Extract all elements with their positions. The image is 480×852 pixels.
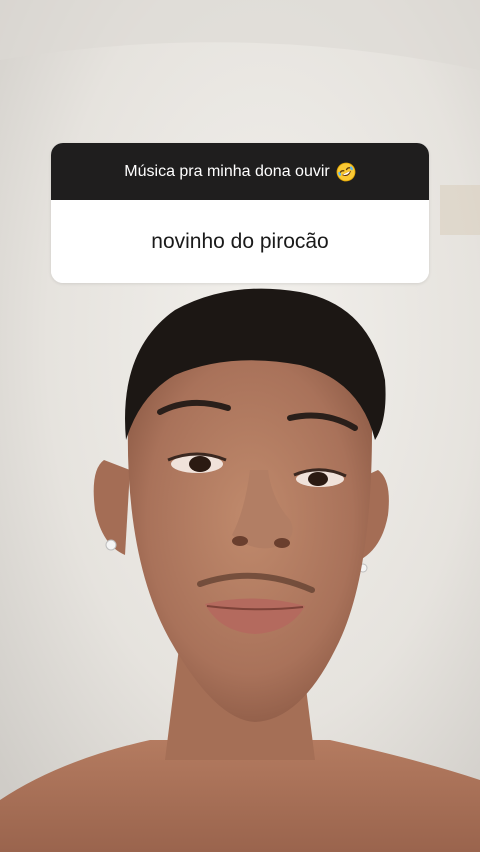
story-background-photo (0, 0, 480, 852)
rolling-on-the-floor-laughing-icon (336, 162, 356, 182)
question-prompt: Música pra minha dona ouvir (124, 162, 330, 180)
question-answer: novinho do pirocão (51, 200, 429, 283)
question-sticker-header: Música pra minha dona ouvir (51, 143, 429, 200)
question-sticker[interactable]: Música pra minha dona ouvir novinho do p… (51, 143, 429, 283)
answer-text: novinho do pirocão (151, 229, 329, 253)
selfie-photo (0, 0, 480, 852)
